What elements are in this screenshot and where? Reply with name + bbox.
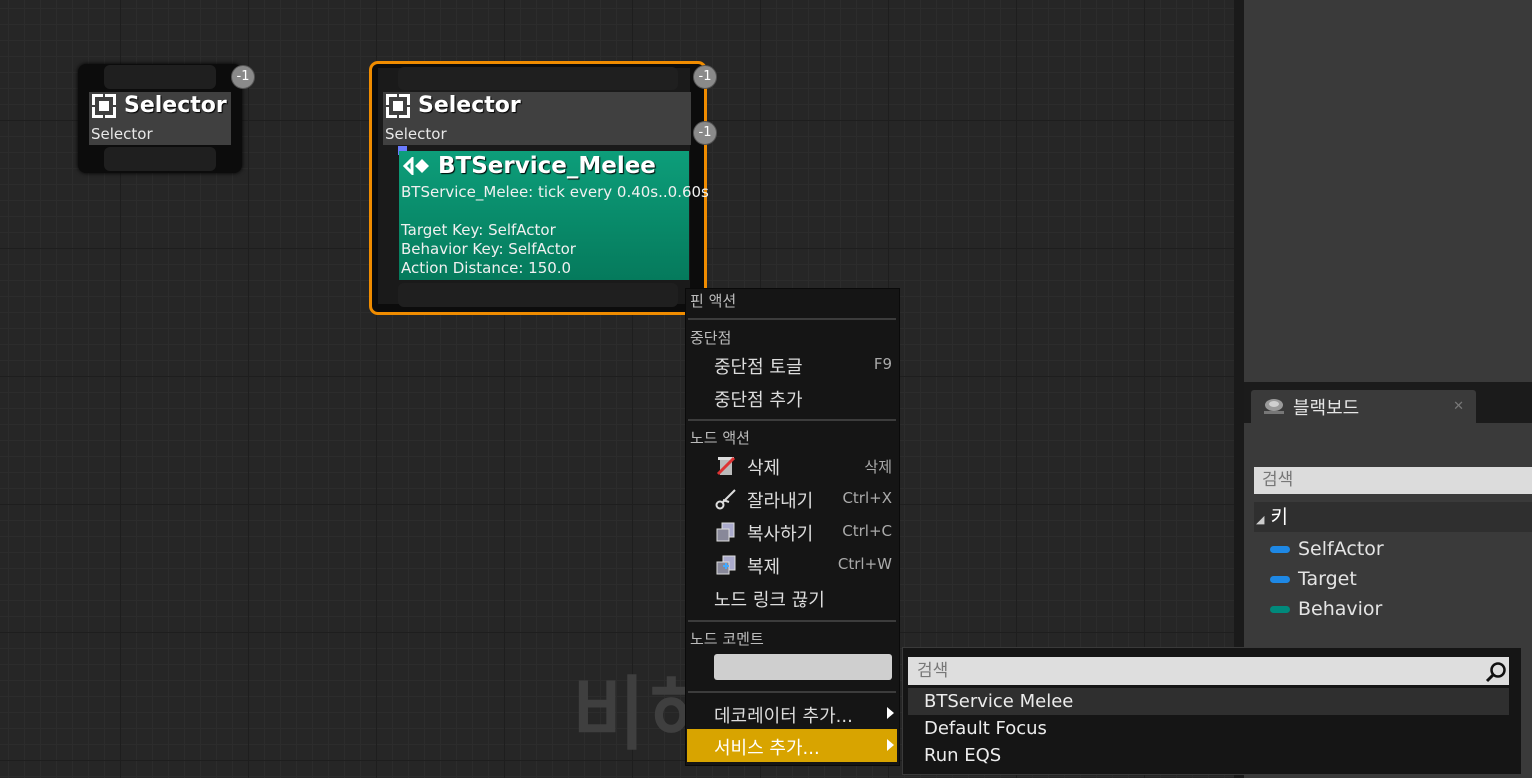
node-input-slot[interactable] [104, 65, 216, 89]
blackboard-tab[interactable]: 블랙보드 ✕ [1251, 390, 1476, 423]
menu-item-duplicate[interactable]: 복제 Ctrl+W [687, 550, 897, 580]
close-tab-icon[interactable]: ✕ [1453, 399, 1464, 414]
menu-item-label: 노드 링크 끊기 [714, 590, 825, 611]
section-node-actions: 노드 액션 [690, 429, 750, 447]
menu-separator [688, 620, 896, 622]
section-node-comment: 노드 코멘트 [690, 630, 764, 648]
details-panel [1244, 0, 1532, 382]
node-subtitle: Selector [385, 125, 447, 143]
node-title: Selector [418, 93, 521, 118]
keys-header-label: 키 [1270, 506, 1288, 528]
execution-index-badge: -1 [693, 65, 717, 89]
menu-item-label: 삭제 [747, 458, 781, 479]
blackboard-tab-title: 블랙보드 [1293, 397, 1360, 419]
shortcut-label: Ctrl+C [842, 522, 892, 540]
collapse-arrow-icon[interactable]: ◢ [1256, 513, 1264, 526]
selector-icon [92, 93, 116, 118]
menu-item-label: 복제 [747, 557, 781, 578]
blackboard-key-target[interactable]: Target [1270, 568, 1357, 590]
object-type-icon [1270, 575, 1290, 583]
blackboard-key-behavior[interactable]: Behavior [1270, 598, 1382, 620]
menu-item-label: 데코레이터 추가... [714, 706, 853, 727]
key-name: Target [1298, 568, 1357, 590]
menu-separator [688, 419, 896, 421]
key-name: SelfActor [1298, 538, 1384, 560]
selector-composite-right[interactable]: Selector Selector [383, 92, 691, 145]
execution-index-badge: -1 [231, 65, 255, 89]
node-title: Selector [124, 93, 227, 118]
duplicate-icon [716, 555, 736, 575]
menu-item-toggle-breakpoint[interactable]: 중단점 토글 F9 [687, 350, 897, 380]
menu-item-add-service[interactable]: 서비스 추가... [687, 729, 897, 762]
submenu-item-btservice-melee[interactable]: BTService Melee [924, 691, 1073, 712]
menu-separator [688, 318, 896, 320]
key-name: Behavior [1298, 598, 1383, 620]
service-title: BTService_Melee [438, 153, 656, 179]
menu-item-label: 중단점 토글 [714, 357, 803, 378]
menu-item-break-node-links[interactable]: 노드 링크 끊기 [687, 583, 897, 613]
scissors-icon [715, 489, 736, 510]
shortcut-label: Ctrl+X [842, 489, 892, 507]
keys-category-header[interactable]: ◢ 키 [1254, 502, 1532, 532]
copy-icon [716, 522, 735, 542]
node-input-slot[interactable] [398, 67, 678, 90]
submenu-item-default-focus[interactable]: Default Focus [924, 718, 1047, 739]
enum-type-icon [1270, 605, 1290, 613]
menu-item-label: 잘라내기 [747, 491, 814, 512]
shortcut-label: Ctrl+W [837, 555, 892, 573]
service-description: BTService_Melee: tick every 0.40s..0.60s [401, 183, 709, 201]
service-target-key: Target Key: SelfActor [401, 221, 556, 239]
selector-icon [386, 93, 410, 118]
menu-separator [688, 691, 896, 693]
node-output-slot[interactable] [398, 283, 678, 307]
service-behavior-key: Behavior Key: SelfActor [401, 240, 576, 258]
blackboard-key-selfactor[interactable]: SelfActor [1270, 538, 1384, 560]
menu-item-copy[interactable]: 복사하기 Ctrl+C [687, 517, 897, 547]
node-comment-input[interactable] [714, 654, 892, 680]
section-breakpoint: 중단점 [690, 329, 732, 347]
service-node-btservice-melee[interactable]: BTService_Melee BTService_Melee: tick ev… [399, 151, 709, 280]
search-icon [1485, 662, 1506, 683]
node-output-slot[interactable] [104, 147, 216, 171]
menu-item-delete[interactable]: 삭제 삭제 [687, 451, 897, 481]
service-icon [402, 157, 429, 175]
blackboard-icon [1264, 398, 1284, 414]
service-action-distance: Action Distance: 150.0 [401, 259, 572, 277]
menu-item-cut[interactable]: 잘라내기 Ctrl+X [687, 484, 897, 514]
node-subtitle: Selector [91, 125, 153, 143]
menu-item-add-decorator[interactable]: 데코레이터 추가... [687, 698, 897, 728]
menu-item-label: 서비스 추가... [714, 738, 820, 759]
submenu-item-run-eqs[interactable]: Run EQS [924, 745, 1001, 766]
submenu-arrow-icon [887, 739, 894, 751]
menu-item-add-breakpoint[interactable]: 중단점 추가 [687, 383, 897, 413]
menu-item-label: 복사하기 [747, 524, 814, 545]
submenu-search-input[interactable]: 검색 [908, 657, 1509, 685]
blackboard-search-input[interactable]: 검색 [1254, 467, 1532, 494]
shortcut-label: 삭제 [864, 458, 892, 476]
selector-composite-left[interactable]: Selector Selector [89, 92, 231, 145]
section-pin-actions: 핀 액션 [690, 292, 737, 310]
shortcut-label: F9 [873, 355, 892, 373]
object-type-icon [1270, 545, 1290, 553]
menu-item-label: 중단점 추가 [714, 390, 803, 411]
delete-icon [716, 456, 736, 476]
submenu-arrow-icon [887, 707, 894, 719]
service-index-badge: -1 [693, 121, 717, 145]
